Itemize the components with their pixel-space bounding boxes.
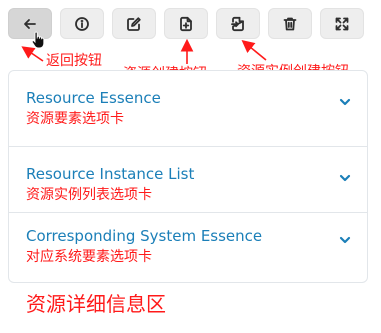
info-icon (75, 16, 89, 31)
accordion-title: Resource Essence (26, 89, 161, 107)
accordion-title: Resource Instance List (26, 165, 195, 183)
delete-button[interactable] (268, 8, 312, 39)
accordion-resource-instance-list[interactable]: Resource Instance List 资源实例列表选项卡 (9, 147, 367, 212)
trash-icon (283, 17, 297, 30)
accordion-resource-essence[interactable]: Resource Essence 资源要素选项卡 (9, 71, 367, 146)
accordion-title: Corresponding System Essence (26, 227, 263, 245)
back-annotation: 返回按钮 (46, 53, 102, 69)
arrow-left-icon (24, 18, 36, 29)
edit-button[interactable] (112, 8, 156, 39)
file-plus-icon (180, 16, 192, 31)
fullscreen-button[interactable] (320, 8, 364, 39)
info-button[interactable] (60, 8, 104, 39)
create-instance-button[interactable] (216, 8, 260, 39)
accordion-annotation: 资源实例列表选项卡 (26, 187, 152, 203)
back-button[interactable] (8, 8, 52, 39)
accordion-corresponding-system-essence[interactable]: Corresponding System Essence 对应系统要素选项卡 (9, 213, 367, 283)
file-import-icon (231, 16, 244, 31)
resource-detail-card: Resource Essence 资源要素选项卡 Resource Instan… (8, 70, 368, 283)
chevron-down-icon[interactable] (339, 169, 351, 182)
hand-cursor-icon (31, 31, 45, 49)
detail-area-annotation: 资源详细信息区 (26, 292, 166, 316)
create-resource-button[interactable] (164, 8, 208, 39)
toolbar (0, 0, 381, 50)
chevron-down-icon[interactable] (339, 93, 351, 106)
accordion-annotation: 资源要素选项卡 (26, 111, 124, 127)
edit-icon (127, 16, 141, 31)
expand-icon (335, 17, 349, 30)
chevron-down-icon[interactable] (339, 231, 351, 244)
accordion-annotation: 对应系统要素选项卡 (26, 249, 152, 265)
